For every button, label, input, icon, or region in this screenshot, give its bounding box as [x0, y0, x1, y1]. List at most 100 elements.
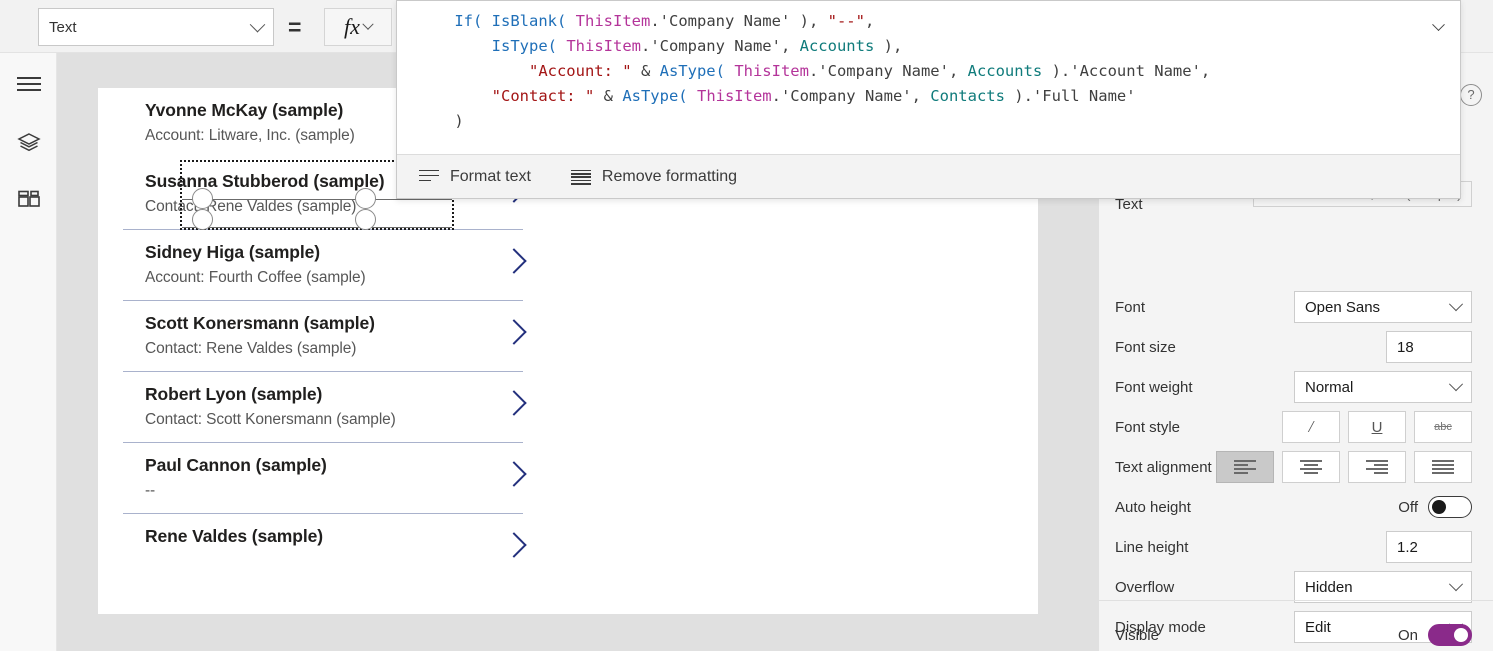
- visible-state: On: [1397, 626, 1418, 644]
- property-row-font-size: Font size 18: [1099, 327, 1493, 367]
- align-center-icon: [1300, 460, 1322, 474]
- gallery-item-subtitle: --: [145, 482, 156, 499]
- formula-line: If( IsBlank( ThisItem.'Company Name' ), …: [417, 9, 1420, 34]
- gallery-item[interactable]: Paul Cannon (sample) --: [123, 443, 527, 514]
- formula-token: ThisItem: [696, 87, 772, 105]
- formula-token: ThisItem: [734, 62, 809, 80]
- formula-line: "Account: " & AsType( ThisItem.'Company …: [417, 59, 1420, 84]
- format-text-button[interactable]: Format text: [419, 168, 531, 186]
- formula-token: &: [631, 62, 660, 80]
- align-justify-button[interactable]: [1414, 451, 1472, 483]
- strikethrough-button[interactable]: abc: [1414, 411, 1472, 443]
- formula-token: "Contact: ": [491, 87, 595, 105]
- resize-handle-top-left[interactable]: [192, 188, 213, 209]
- formula-token: [725, 62, 734, 80]
- visible-toggle[interactable]: [1428, 624, 1472, 646]
- format-text-icon: [419, 169, 439, 184]
- formula-token: &: [594, 87, 623, 105]
- fx-icon: fx: [344, 14, 360, 39]
- gallery-item[interactable]: Robert Lyon (sample) Contact: Scott Koner…: [123, 372, 527, 443]
- property-selector-dropdown[interactable]: Text: [38, 8, 274, 46]
- toggle-knob: [1432, 500, 1446, 514]
- left-rail: [0, 53, 57, 651]
- formula-token: If(: [454, 12, 483, 30]
- gallery-item[interactable]: Scott Konersmann (sample) Contact: Rene V…: [123, 301, 527, 372]
- property-row-font: Font Open Sans: [1099, 287, 1493, 327]
- formula-token: .'Company Name',: [771, 87, 931, 105]
- chevron-down-icon: [362, 18, 374, 30]
- formula-token: "Account: ": [528, 62, 632, 80]
- chevron-down-icon: [1448, 297, 1464, 312]
- toggle-knob: [1454, 628, 1468, 642]
- formula-editor-popup[interactable]: If( IsBlank( ThisItem.'Company Name' ), …: [396, 0, 1461, 199]
- hamburger-icon: [16, 77, 41, 91]
- property-row-font-style: Font style / U abc: [1099, 407, 1493, 447]
- fx-button[interactable]: fx: [324, 8, 392, 46]
- remove-formatting-button[interactable]: Remove formatting: [570, 167, 738, 186]
- chevron-down-icon: [249, 16, 266, 32]
- gallery-item-subtitle: Contact: Scott Konersmann (sample): [145, 411, 396, 428]
- formula-token: ).'Account Name',: [1042, 62, 1211, 80]
- formula-token: ),: [874, 37, 903, 55]
- formula-token: ): [454, 112, 464, 130]
- formula-token: ).'Full Name': [1004, 87, 1136, 105]
- gallery-item-title: Rene Valdes (sample): [145, 526, 323, 546]
- formula-token: Accounts: [967, 62, 1043, 80]
- align-left-button[interactable]: [1216, 451, 1274, 483]
- property-row-line-height: Line height 1.2: [1099, 527, 1493, 567]
- formula-token: "--": [827, 12, 865, 30]
- rail-item-tree-view[interactable]: [0, 116, 57, 168]
- font-size-input[interactable]: 18: [1386, 331, 1472, 363]
- chevron-down-icon: [1448, 377, 1464, 392]
- property-selector-value: Text: [49, 18, 77, 36]
- formula-token: [566, 12, 575, 30]
- resize-handle-bottom-right[interactable]: [355, 209, 376, 230]
- align-center-button[interactable]: [1282, 451, 1340, 483]
- line-height-input[interactable]: 1.2: [1386, 531, 1472, 563]
- gallery-item-title: Sidney Higa (sample): [145, 242, 320, 262]
- help-icon[interactable]: ?: [1460, 84, 1482, 106]
- property-label-font-style: Font style: [1115, 418, 1181, 436]
- property-row-overflow: Overflow Hidden: [1099, 567, 1493, 607]
- format-text-label: Format text: [450, 167, 531, 185]
- remove-formatting-label: Remove formatting: [601, 167, 738, 185]
- property-row-text-alignment: Text alignment: [1099, 447, 1493, 487]
- components-grid-icon: [17, 190, 40, 207]
- align-justify-icon: [1432, 460, 1454, 474]
- gallery-item[interactable]: Rene Valdes (sample): [123, 514, 527, 585]
- font-dropdown[interactable]: Open Sans: [1294, 291, 1472, 323]
- align-left-icon: [1234, 460, 1256, 474]
- selection-guide-line: [182, 227, 452, 228]
- property-label-visible: Visible: [1115, 626, 1159, 644]
- underline-button[interactable]: U: [1348, 411, 1406, 443]
- property-label-overflow: Overflow: [1115, 578, 1175, 596]
- formula-token: .'Company Name',: [808, 62, 968, 80]
- formula-token: [557, 37, 566, 55]
- rail-item-insert[interactable]: [0, 176, 57, 228]
- property-row-auto-height: Auto height Off: [1099, 487, 1493, 527]
- gallery-item-title: Paul Cannon (sample): [145, 455, 327, 475]
- property-label-text-alignment: Text alignment: [1115, 458, 1212, 476]
- equals-sign: =: [288, 14, 302, 40]
- align-right-button[interactable]: [1348, 451, 1406, 483]
- strikethrough-icon: abc: [1434, 421, 1452, 433]
- rail-item-hamburger[interactable]: [0, 58, 57, 110]
- formula-token: Contacts: [930, 87, 1005, 105]
- collapse-formula-button[interactable]: [1432, 18, 1448, 33]
- formula-token: ThisItem: [566, 37, 641, 55]
- property-label-font-weight: Font weight: [1115, 378, 1193, 396]
- align-right-icon: [1366, 460, 1388, 474]
- gallery-item[interactable]: Sidney Higa (sample) Account: Fourth Coff…: [123, 230, 527, 301]
- formula-token: AsType(: [622, 87, 688, 105]
- font-weight-dropdown[interactable]: Normal: [1294, 371, 1472, 403]
- formula-token: [482, 12, 491, 30]
- formula-token: IsBlank(: [491, 12, 567, 30]
- formula-code[interactable]: If( IsBlank( ThisItem.'Company Name' ), …: [397, 1, 1460, 156]
- italic-button[interactable]: /: [1282, 411, 1340, 443]
- auto-height-toggle[interactable]: [1428, 496, 1472, 518]
- gallery-item-subtitle: Account: Fourth Coffee (sample): [145, 269, 366, 286]
- remove-formatting-icon: [570, 169, 591, 185]
- resize-handle-top-right[interactable]: [355, 188, 376, 209]
- resize-handle-bottom-left[interactable]: [192, 209, 213, 230]
- overflow-dropdown[interactable]: Hidden: [1294, 571, 1472, 603]
